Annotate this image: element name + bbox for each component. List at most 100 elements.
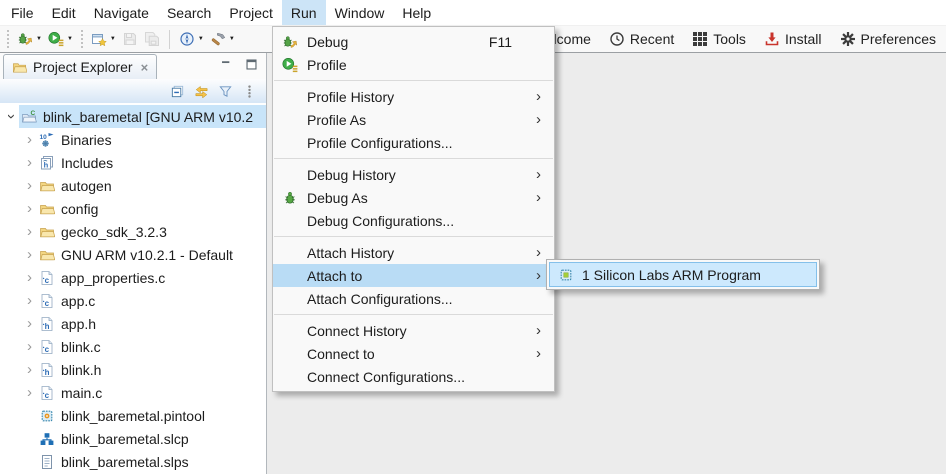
- install-button[interactable]: Install: [764, 31, 822, 47]
- menu-item-debug-configurations[interactable]: Debug Configurations...: [273, 209, 554, 232]
- dropdown-arrow-icon[interactable]: ▼: [229, 36, 235, 42]
- link-editor-icon[interactable]: [194, 84, 209, 99]
- tree-item-blink-baremetal-pintool[interactable]: ›blink_baremetal.pintool: [0, 404, 266, 427]
- view-tab-title: Project Explorer: [33, 59, 133, 75]
- run-menu-popup: DebugF11ProfileProfile History›Profile A…: [272, 26, 555, 392]
- tree-item-includes[interactable]: ›hIncludes: [0, 151, 266, 174]
- menubar-item-edit[interactable]: Edit: [43, 0, 85, 25]
- menubar-item-help[interactable]: Help: [393, 0, 440, 25]
- tree-item-app-properties-c[interactable]: ›capp_properties.c: [0, 266, 266, 289]
- chevron-collapsed-icon[interactable]: ›: [22, 155, 37, 170]
- menubar-item-navigate[interactable]: Navigate: [85, 0, 158, 25]
- c-file-icon: c: [39, 339, 55, 355]
- tree-item-gnu-arm-v10-2-1-default[interactable]: ›GNU ARM v10.2.1 - Default: [0, 243, 266, 266]
- filter-icon[interactable]: [218, 84, 233, 99]
- menu-item-label: Profile: [307, 57, 536, 73]
- project-explorer-view: Project Explorer × ›Cblink_baremetal [GN…: [0, 53, 267, 474]
- submenu-item-1-silicon-labs-arm-program[interactable]: 1 Silicon Labs ARM Program: [549, 262, 817, 287]
- preferences-button[interactable]: Preferences: [840, 31, 936, 47]
- tree-item-app-h[interactable]: ›happ.h: [0, 312, 266, 335]
- tree-item-blink-baremetal-slcp[interactable]: ›blink_baremetal.slcp: [0, 427, 266, 450]
- menu-item-debug-history[interactable]: Debug History›: [273, 163, 554, 186]
- build-button[interactable]: ▼: [207, 28, 238, 50]
- save-all-icon: [144, 31, 160, 47]
- chevron-collapsed-icon[interactable]: ›: [22, 178, 37, 193]
- profile-button[interactable]: ▼: [45, 28, 76, 50]
- minimize-icon[interactable]: [220, 58, 233, 71]
- menu-item-label: Attach to: [307, 268, 536, 284]
- menu-item-attach-to[interactable]: Attach to›: [273, 264, 554, 287]
- chevron-collapsed-icon[interactable]: ›: [22, 316, 37, 331]
- tree-item-autogen[interactable]: ›autogen: [0, 174, 266, 197]
- menu-item-profile[interactable]: Profile: [273, 53, 554, 76]
- menu-item-profile-configurations[interactable]: Profile Configurations...: [273, 131, 554, 154]
- chevron-collapsed-icon[interactable]: ›: [22, 385, 37, 400]
- chevron-collapsed-icon[interactable]: ›: [22, 339, 37, 354]
- svg-text:h: h: [45, 368, 50, 377]
- tools-button[interactable]: Tools: [692, 31, 746, 47]
- chevron-collapsed-icon[interactable]: ›: [22, 132, 37, 147]
- menu-item-debug-as[interactable]: Debug As›: [273, 186, 554, 209]
- collapse-all-icon[interactable]: [170, 84, 185, 99]
- tree-item-blink-h[interactable]: ›hblink.h: [0, 358, 266, 381]
- tree-item-gecko-sdk-3-2-3[interactable]: ›gecko_sdk_3.2.3: [0, 220, 266, 243]
- menubar-item-window[interactable]: Window: [326, 0, 394, 25]
- menu-item-profile-as[interactable]: Profile As›: [273, 108, 554, 131]
- menu-item-connect-to[interactable]: Connect to›: [273, 342, 554, 365]
- menubar-item-project[interactable]: Project: [220, 0, 282, 25]
- chevron-expanded-icon[interactable]: ›: [4, 109, 19, 124]
- menu-item-debug[interactable]: DebugF11: [273, 30, 554, 53]
- submenu-arrow-icon: ›: [536, 323, 554, 338]
- menu-item-connect-configurations[interactable]: Connect Configurations...: [273, 365, 554, 388]
- chevron-collapsed-icon[interactable]: ›: [22, 270, 37, 285]
- chevron-collapsed-icon[interactable]: ›: [22, 247, 37, 262]
- chevron-collapsed-icon[interactable]: ›: [22, 201, 37, 216]
- tree-item-body: c blink.c: [37, 335, 266, 358]
- debug-button[interactable]: ▼: [14, 28, 45, 50]
- chevron-collapsed-icon[interactable]: ›: [22, 362, 37, 377]
- menu-item-label: Profile History: [307, 89, 536, 105]
- menu-accelerator: F11: [489, 34, 536, 50]
- project-tree: ›Cblink_baremetal [GNU ARM v10.2›10Binar…: [0, 103, 266, 474]
- chevron-collapsed-icon[interactable]: ›: [22, 293, 37, 308]
- new-window-button[interactable]: ▼: [88, 28, 119, 50]
- menu-item-profile-history[interactable]: Profile History›: [273, 85, 554, 108]
- discover-button[interactable]: ▼: [176, 28, 207, 50]
- folder-icon: [39, 224, 55, 240]
- close-icon[interactable]: ×: [141, 60, 149, 75]
- menu-separator: [274, 314, 553, 315]
- tree-item-main-c[interactable]: ›cmain.c: [0, 381, 266, 404]
- tree-item-label: blink.c: [61, 339, 101, 355]
- menu-separator: [274, 80, 553, 81]
- chevron-collapsed-icon[interactable]: ›: [22, 224, 37, 239]
- tree-item-body: GNU ARM v10.2.1 - Default: [37, 243, 266, 266]
- tree-item-binaries[interactable]: ›10Binaries: [0, 128, 266, 151]
- dropdown-arrow-icon[interactable]: ▼: [67, 36, 73, 42]
- tab-project-explorer[interactable]: Project Explorer ×: [3, 54, 157, 79]
- menu-item-attach-history[interactable]: Attach History›: [273, 241, 554, 264]
- folder-icon: [39, 247, 55, 263]
- c-file-icon: c: [39, 270, 55, 286]
- recent-button[interactable]: Recent: [609, 31, 674, 47]
- menu-item-attach-configurations[interactable]: Attach Configurations...: [273, 287, 554, 310]
- tree-item-blink-baremetal-slps[interactable]: ›blink_baremetal.slps: [0, 450, 266, 473]
- tree-item-blink-c[interactable]: ›c blink.c: [0, 335, 266, 358]
- menubar-item-file[interactable]: File: [2, 0, 43, 25]
- menu-item-connect-history[interactable]: Connect History›: [273, 319, 554, 342]
- dropdown-arrow-icon[interactable]: ▼: [198, 36, 204, 42]
- tree-item-config[interactable]: ›config: [0, 197, 266, 220]
- view-menu-icon[interactable]: [242, 84, 257, 99]
- folder-icon: [39, 201, 55, 217]
- dropdown-arrow-icon[interactable]: ▼: [36, 36, 42, 42]
- menubar-item-search[interactable]: Search: [158, 0, 220, 25]
- dropdown-arrow-icon[interactable]: ▼: [110, 36, 116, 42]
- tree-item-app-c[interactable]: ›capp.c: [0, 289, 266, 312]
- toolbar-grip: [80, 30, 84, 48]
- tree-item-body: blink_baremetal.pintool: [37, 404, 266, 427]
- c-file-icon: c: [39, 385, 55, 401]
- maximize-icon[interactable]: [245, 58, 258, 71]
- toolbar-left-group: ▼ ▼ ▼ ▼ ▼: [2, 28, 238, 50]
- menu-item-label: Connect to: [307, 346, 536, 362]
- menubar-item-run[interactable]: Run: [282, 0, 326, 25]
- tree-item-blink-baremetal-gnu-arm-v10-2[interactable]: ›Cblink_baremetal [GNU ARM v10.2: [0, 105, 266, 128]
